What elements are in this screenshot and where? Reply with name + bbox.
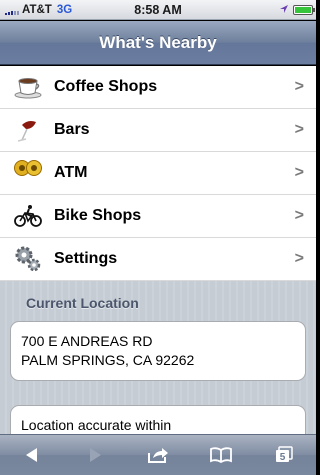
coins-icon (14, 159, 42, 187)
address-line-1: 700 E ANDREAS RD (21, 333, 153, 349)
accuracy-text: Location accurate within (21, 417, 172, 433)
current-location-heading: Current Location (26, 295, 139, 311)
menu-item-coffee-shops[interactable]: Coffee Shops > (0, 66, 316, 109)
battery-fill (295, 7, 311, 13)
menu-item-label: Bars (54, 121, 90, 138)
nearby-menu: Coffee Shops > Bars > ATM > Bike Shops >… (0, 66, 316, 281)
clock: 8:58 AM (134, 3, 182, 17)
menu-item-settings[interactable]: Settings > (0, 238, 316, 281)
gears-icon (14, 245, 42, 273)
menu-item-label: ATM (54, 164, 88, 181)
battery-icon (293, 5, 315, 15)
status-bar: AT&T 3G 8:58 AM (0, 0, 316, 20)
share-button[interactable] (140, 440, 176, 470)
menu-item-bars[interactable]: Bars > (0, 109, 316, 152)
forward-button[interactable] (77, 440, 113, 470)
bookmarks-button[interactable] (203, 440, 239, 470)
location-arrow-icon (280, 5, 288, 13)
share-icon (147, 448, 168, 463)
tabs-count: 5 (280, 452, 286, 463)
bookmarks-icon (210, 447, 233, 463)
coffee-cup-icon (14, 73, 42, 101)
chevron-right-icon: > (294, 250, 304, 267)
chevron-right-icon: > (294, 207, 304, 224)
menu-item-atm[interactable]: ATM > (0, 152, 316, 195)
content-area[interactable]: Coffee Shops > Bars > ATM > Bike Shops >… (0, 66, 316, 434)
browser-toolbar: 5 (0, 434, 316, 475)
menu-item-label: Coffee Shops (54, 78, 158, 95)
bicycle-icon (14, 202, 42, 230)
forward-arrow-icon (89, 448, 101, 462)
back-button[interactable] (14, 440, 50, 470)
menu-item-label: Settings (54, 250, 118, 267)
menu-item-bike-shops[interactable]: Bike Shops > (0, 195, 316, 238)
wine-glass-icon (14, 116, 42, 144)
address-line-2: PALM SPRINGS, CA 92262 (21, 352, 195, 368)
tabs-button[interactable]: 5 (266, 440, 302, 470)
page-title: What's Nearby (0, 21, 316, 65)
chevron-right-icon: > (294, 164, 304, 181)
accuracy-box: Location accurate within (10, 405, 306, 434)
menu-item-label: Bike Shops (54, 207, 142, 224)
tabs-icon: 5 (276, 446, 294, 463)
chevron-right-icon: > (294, 121, 304, 138)
back-arrow-icon (25, 448, 37, 462)
current-location-box: 700 E ANDREAS RD PALM SPRINGS, CA 92262 (10, 321, 306, 381)
chevron-right-icon: > (294, 78, 304, 95)
